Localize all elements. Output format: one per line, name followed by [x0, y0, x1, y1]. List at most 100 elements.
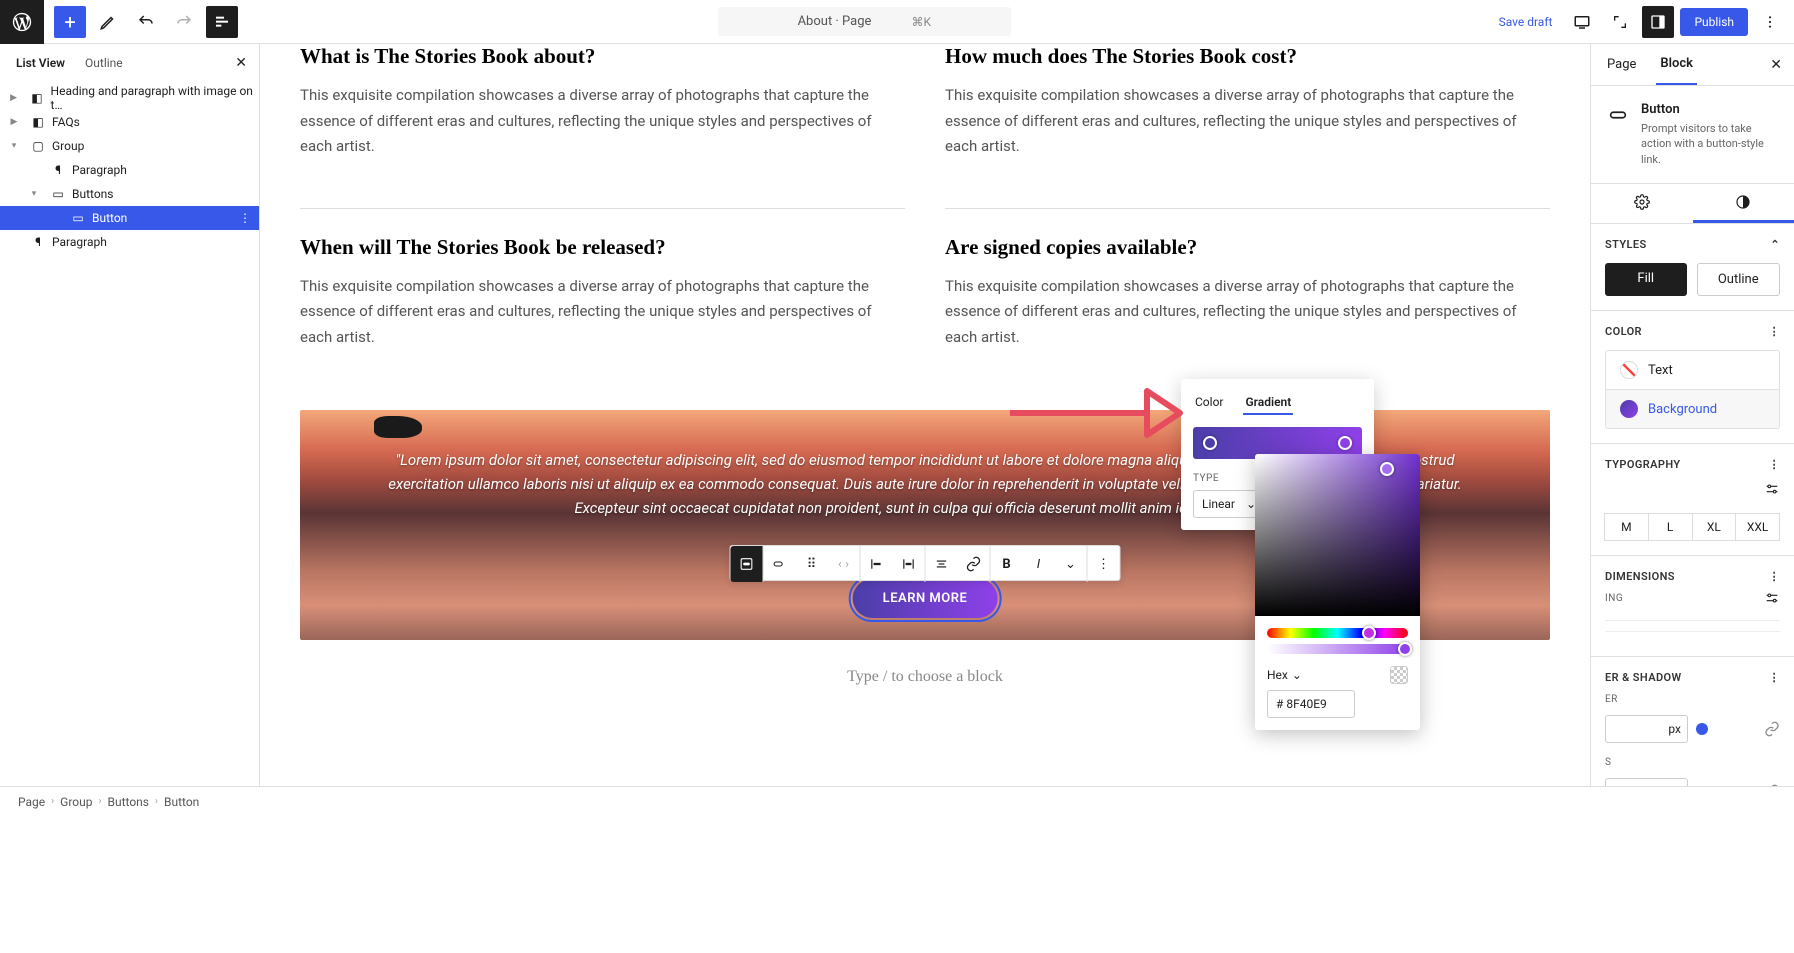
crumb-group[interactable]: Group — [60, 795, 92, 809]
style-fill-button[interactable]: Fill — [1605, 263, 1687, 296]
gradient-stop-1[interactable] — [1203, 436, 1217, 450]
crumb-page[interactable]: Page — [18, 795, 45, 809]
color-saturation-area[interactable] — [1255, 454, 1420, 616]
justify-left-icon[interactable] — [861, 546, 893, 582]
typography-panel: Typography⋮ M L XL XXL — [1591, 444, 1794, 556]
document-title[interactable]: About · Page ⌘K — [718, 7, 1011, 36]
panel-options-icon[interactable]: ⋮ — [1769, 671, 1780, 684]
font-size-custom-icon[interactable] — [1605, 481, 1780, 501]
tab-list-view[interactable]: List View — [16, 56, 65, 70]
color-background-row[interactable]: Background — [1605, 389, 1780, 429]
hue-slider[interactable] — [1267, 628, 1408, 638]
panel-options-icon[interactable]: ⋮ — [1769, 458, 1780, 471]
settings-sidebar: Page Block ✕ Button Prompt visitors to t… — [1590, 44, 1794, 786]
move-icon[interactable]: ‹ › — [828, 546, 860, 582]
faq-col-4: Are signed copies available? This exquis… — [945, 235, 1550, 381]
size-m[interactable]: M — [1604, 513, 1649, 541]
border-width-slider[interactable] — [1696, 723, 1708, 735]
color-text-row[interactable]: Text — [1605, 350, 1780, 389]
tree-paragraph-2[interactable]: ¶Paragraph — [0, 230, 259, 254]
hex-input[interactable]: # 8F40E9 — [1267, 690, 1355, 718]
clear-color-icon[interactable] — [1390, 666, 1408, 684]
justify-full-icon[interactable] — [893, 546, 925, 582]
block-subtabs — [1591, 184, 1794, 224]
tab-block[interactable]: Block — [1656, 44, 1697, 85]
link-radius-icon[interactable] — [1764, 784, 1780, 786]
hue-handle[interactable] — [1362, 626, 1376, 640]
panel-options-icon[interactable]: ⋮ — [1769, 325, 1780, 338]
faq-text-1[interactable]: This exquisite compilation showcases a d… — [300, 83, 905, 160]
color-format-select[interactable]: Hex ⌄ — [1267, 668, 1302, 682]
border-panel: er & Shadow⋮ ER px S px — [1591, 657, 1794, 786]
block-floating-toolbar: ⠿ ‹ › B I ⌄ ⋮ — [730, 545, 1121, 581]
panel-options-icon[interactable]: ⋮ — [1769, 570, 1780, 583]
button-block-icon — [1607, 102, 1629, 167]
redo-button[interactable] — [168, 6, 200, 38]
tree-buttons[interactable]: ▾▭Buttons — [0, 182, 259, 206]
tab-page[interactable]: Page — [1603, 45, 1640, 84]
color-picker-popover: Hex ⌄ # 8F40E9 — [1255, 454, 1420, 730]
block-tree: ▶◧Heading and paragraph with image on t…… — [0, 82, 259, 258]
gradient-stop-2[interactable] — [1338, 436, 1352, 450]
link-sides-icon[interactable] — [1764, 721, 1780, 737]
edit-icon[interactable] — [92, 6, 124, 38]
add-block-button[interactable]: + — [54, 6, 86, 38]
faq-heading-1[interactable]: What is The Stories Book about? — [300, 44, 905, 69]
tab-outline[interactable]: Outline — [85, 56, 123, 70]
tree-group[interactable]: ▾▢Group — [0, 134, 259, 158]
link-icon[interactable] — [958, 546, 990, 582]
faq-text-4[interactable]: This exquisite compilation showcases a d… — [945, 274, 1550, 351]
popover-tab-gradient[interactable]: Gradient — [1243, 391, 1293, 415]
alpha-handle[interactable] — [1398, 642, 1412, 656]
size-l[interactable]: L — [1648, 513, 1693, 541]
tree-heading-paragraph[interactable]: ▶◧Heading and paragraph with image on t… — [0, 86, 259, 110]
more-rich-text-icon[interactable]: ⌄ — [1055, 546, 1087, 582]
learn-more-button[interactable]: LEARN MORE — [853, 579, 998, 618]
toolbar-right: Save draft Publish — [1491, 6, 1786, 38]
bold-icon[interactable]: B — [991, 546, 1023, 582]
block-type-icon[interactable] — [731, 546, 763, 582]
faq-heading-4[interactable]: Are signed copies available? — [945, 235, 1550, 260]
document-overview-button[interactable] — [206, 6, 238, 38]
faq-text-3[interactable]: This exquisite compilation showcases a d… — [300, 274, 905, 351]
list-view-tabs: List View Outline ✕ — [0, 44, 259, 82]
publish-button[interactable]: Publish — [1680, 8, 1748, 36]
wordpress-logo[interactable] — [0, 0, 44, 44]
align-icon[interactable] — [926, 546, 958, 582]
alpha-slider[interactable] — [1267, 644, 1408, 654]
more-options-button[interactable] — [1754, 6, 1786, 38]
spacing-custom-icon[interactable] — [1605, 590, 1780, 610]
view-editor-icon[interactable] — [1566, 6, 1598, 38]
size-xl[interactable]: XL — [1692, 513, 1737, 541]
style-outline-button[interactable]: Outline — [1697, 263, 1781, 296]
undo-button[interactable] — [130, 6, 162, 38]
saturation-handle[interactable] — [1380, 462, 1394, 476]
faq-heading-2[interactable]: How much does The Stories Book cost? — [945, 44, 1550, 69]
crumb-button[interactable]: Button — [164, 795, 199, 809]
size-xxl[interactable]: XXL — [1735, 513, 1780, 541]
italic-icon[interactable]: I — [1023, 546, 1055, 582]
transform-button-icon[interactable] — [764, 546, 796, 582]
faq-heading-3[interactable]: When will The Stories Book be released? — [300, 235, 905, 260]
block-more-options[interactable]: ⋮ — [1088, 546, 1120, 582]
close-list-view[interactable]: ✕ — [235, 55, 247, 71]
tree-item-options[interactable]: ⋮ — [239, 211, 251, 225]
settings-sidebar-toggle[interactable] — [1642, 6, 1674, 38]
border-radius-input[interactable]: px — [1605, 778, 1688, 786]
expand-icon[interactable] — [1604, 6, 1636, 38]
subtab-settings-icon[interactable] — [1591, 184, 1693, 223]
save-draft-button[interactable]: Save draft — [1491, 9, 1561, 35]
subtab-styles-icon[interactable] — [1693, 184, 1794, 223]
faq-text-2[interactable]: This exquisite compilation showcases a d… — [945, 83, 1550, 160]
editor-breadcrumb: Page› Group› Buttons› Button — [0, 786, 1794, 816]
popover-tab-color[interactable]: Color — [1193, 391, 1225, 415]
close-settings[interactable]: ✕ — [1770, 57, 1782, 73]
chevron-up-icon[interactable]: ⌃ — [1770, 238, 1780, 251]
drag-handle-icon[interactable]: ⠿ — [796, 546, 828, 582]
crumb-buttons[interactable]: Buttons — [108, 795, 150, 809]
faq-col-3: When will The Stories Book be released? … — [300, 235, 905, 381]
tree-paragraph-1[interactable]: ¶Paragraph — [0, 158, 259, 182]
border-width-input[interactable]: px — [1605, 715, 1688, 743]
tree-button-selected[interactable]: ▭Button⋮ — [0, 206, 259, 230]
tree-faqs[interactable]: ▶◧FAQs — [0, 110, 259, 134]
